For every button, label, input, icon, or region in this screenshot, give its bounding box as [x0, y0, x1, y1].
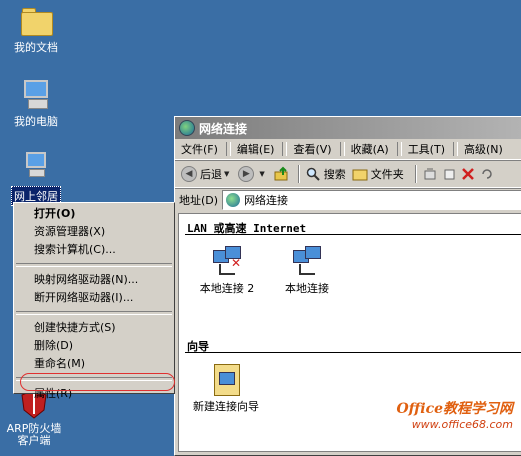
connection-label: 本地连接 2 [199, 282, 255, 295]
back-arrow-icon: ◀ [181, 166, 197, 182]
window-titlebar[interactable]: 网络连接 [175, 117, 521, 139]
desktop-icon-my-documents[interactable]: 我的文档 [4, 4, 68, 56]
address-bar: 地址(D) 网络连接 [175, 188, 521, 211]
menu-file[interactable]: 文件(F) [181, 141, 218, 157]
menu-item-search-computer[interactable]: 搜索计算机(C)... [14, 241, 174, 259]
desktop-icon-label: ARP防火墙客户端 [6, 422, 62, 447]
menu-item-map-drive[interactable]: 映射网络驱动器(N)... [14, 271, 174, 289]
forward-arrow-icon: ▶ [238, 166, 255, 182]
folder-icon [352, 166, 368, 182]
network-places-icon [20, 152, 52, 184]
wizard-label: 新建连接向导 [193, 400, 259, 413]
context-menu: 打开(O) 资源管理器(X) 搜索计算机(C)... 映射网络驱动器(N)...… [13, 202, 175, 400]
menu-advanced[interactable]: 高级(N) [464, 141, 503, 157]
network-globe-icon [179, 120, 195, 136]
desktop-icon-label: 我的文档 [14, 41, 58, 54]
section-divider [185, 234, 521, 235]
forward-button[interactable]: ▶ ▼ [238, 166, 267, 182]
address-value: 网络连接 [244, 194, 289, 207]
menu-separator [16, 377, 172, 381]
undo-icon[interactable] [479, 166, 495, 182]
connection-item-local-2[interactable]: ✕ 本地连接 2 [187, 246, 267, 296]
desktop-icon-label: 我的电脑 [14, 115, 58, 128]
watermark: Office教程学习网 www.office68.com [396, 398, 513, 431]
desktop-icon-network-places[interactable]: 网上邻居 [4, 152, 68, 206]
network-connection-disabled-icon: ✕ [211, 246, 243, 278]
back-button[interactable]: ◀ 后退 ▼ [181, 166, 232, 182]
menubar: 文件(F) 编辑(E) 查看(V) 收藏(A) 工具(T) 高级(N) [175, 139, 521, 160]
copy-to-icon[interactable] [441, 166, 457, 182]
dropdown-arrow-icon[interactable]: ▼ [259, 170, 264, 178]
address-label: 地址(D) [179, 194, 219, 207]
menu-item-rename[interactable]: 重命名(M) [14, 355, 174, 373]
dropdown-arrow-icon[interactable]: ▼ [224, 170, 229, 178]
computer-icon [20, 78, 52, 110]
search-icon [305, 166, 321, 182]
menu-item-properties[interactable]: 属性(R) [14, 385, 174, 403]
folders-label: 文件夹 [370, 168, 404, 181]
address-field[interactable]: 网络连接 [222, 190, 521, 210]
toolbar: ◀ 后退 ▼ ▶ ▼ 搜索 文件夹 [175, 160, 521, 188]
menu-separator [16, 263, 172, 267]
network-connection-icon [291, 246, 323, 278]
menu-item-disconnect-drive[interactable]: 断开网络驱动器(I)... [14, 289, 174, 307]
menu-separator [16, 311, 172, 315]
menu-edit[interactable]: 编辑(E) [237, 141, 275, 157]
menu-item-explorer[interactable]: 资源管理器(X) [14, 223, 174, 241]
search-label: 搜索 [323, 168, 346, 181]
window-title: 网络连接 [199, 121, 248, 136]
menu-item-delete[interactable]: 删除(D) [14, 337, 174, 355]
section-divider [185, 352, 521, 353]
folder-icon [20, 4, 53, 36]
menu-item-open[interactable]: 打开(O) [14, 205, 174, 223]
watermark-url: www.office68.com [411, 418, 513, 431]
connection-item-local[interactable]: 本地连接 [267, 246, 347, 296]
watermark-title: Office教程学习网 [396, 401, 513, 417]
delete-x-icon[interactable] [460, 166, 476, 182]
network-globe-icon [226, 193, 241, 207]
folders-button[interactable]: 文件夹 [352, 166, 404, 182]
menu-item-create-shortcut[interactable]: 创建快捷方式(S) [14, 319, 174, 337]
new-connection-wizard-item[interactable]: 新建连接向导 [193, 364, 259, 414]
menu-tools[interactable]: 工具(T) [408, 141, 445, 157]
menu-view[interactable]: 查看(V) [293, 141, 331, 157]
wizard-icon [210, 364, 242, 396]
desktop-icon-my-computer[interactable]: 我的电脑 [4, 78, 68, 130]
search-button[interactable]: 搜索 [305, 166, 346, 182]
move-to-icon[interactable] [422, 166, 438, 182]
back-label: 后退 [200, 168, 222, 181]
up-folder-icon[interactable] [274, 166, 290, 182]
menu-favorites[interactable]: 收藏(A) [351, 141, 389, 157]
connection-label: 本地连接 [285, 282, 329, 295]
